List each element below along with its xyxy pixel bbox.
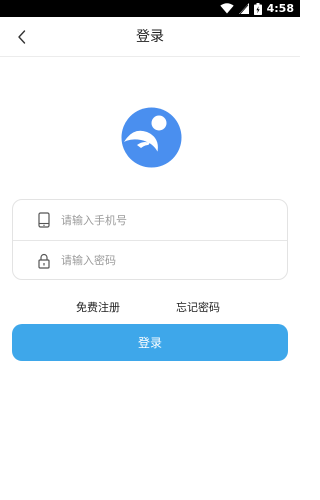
lock-icon bbox=[38, 253, 50, 269]
back-button[interactable] bbox=[8, 23, 36, 51]
status-bar: 4:58 bbox=[0, 0, 300, 17]
signal-icon bbox=[238, 3, 249, 14]
password-field-row bbox=[13, 240, 287, 280]
phone-icon bbox=[38, 212, 50, 228]
app-logo-icon bbox=[121, 107, 182, 168]
status-time: 4:58 bbox=[266, 2, 294, 15]
battery-charging-icon bbox=[253, 2, 262, 15]
phone-input[interactable] bbox=[61, 205, 275, 235]
register-link[interactable]: 免费注册 bbox=[76, 300, 120, 316]
wifi-icon bbox=[219, 3, 234, 14]
password-input[interactable] bbox=[61, 245, 275, 276]
nav-bar: 登录 bbox=[0, 17, 300, 57]
phone-field-row bbox=[13, 200, 287, 240]
forgot-password-link[interactable]: 忘记密码 bbox=[176, 300, 220, 316]
chevron-left-icon bbox=[18, 30, 26, 44]
page-title: 登录 bbox=[136, 29, 164, 45]
status-icons: 4:58 bbox=[219, 2, 294, 15]
login-form bbox=[12, 199, 288, 280]
login-button[interactable]: 登录 bbox=[12, 324, 288, 361]
